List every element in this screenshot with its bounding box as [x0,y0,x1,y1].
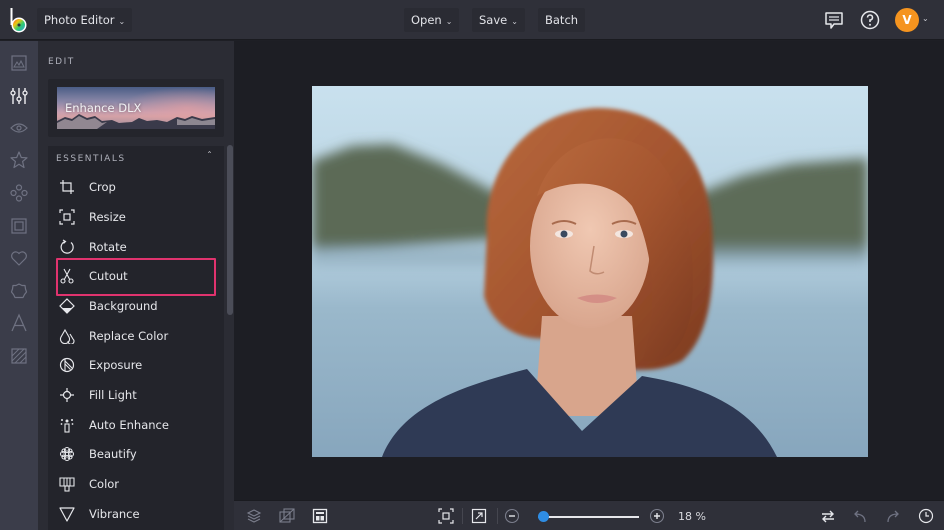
droplets-icon [59,328,75,344]
tool-label: Replace Color [89,329,169,343]
bottom-toolbar: 18 % [234,500,944,530]
history-icon[interactable] [918,508,934,524]
frame-icon[interactable] [9,216,29,236]
texture-icon[interactable] [9,346,29,366]
edit-panel: EDIT Enhance DLX ESSENTIALS ˆ Crop Resiz… [38,41,234,530]
tool-cutout[interactable]: Cutout [56,263,216,289]
resize-icon [59,209,75,225]
expand-icon[interactable] [471,508,487,524]
tool-crop[interactable]: Crop [56,174,216,200]
tool-label: Crop [89,180,116,194]
tool-label: Rotate [89,240,127,254]
image-icon[interactable] [9,53,29,73]
badge-icon[interactable] [9,281,29,301]
star-icon[interactable] [9,150,29,170]
compare-icon[interactable] [279,508,295,524]
eye-icon[interactable] [9,118,29,138]
zoom-slider-thumb[interactable] [537,511,549,522]
toolbar-divider [497,508,498,524]
batch-button[interactable]: Batch [538,8,586,32]
save-label: Save [479,13,508,27]
enhance-dlx-card[interactable]: Enhance DLX [48,79,224,137]
photo-canvas[interactable] [312,86,868,457]
layers-icon[interactable] [246,508,262,524]
tool-color[interactable]: Color [56,471,216,497]
tool-label: Vibrance [89,507,140,521]
zoom-slider-track[interactable] [538,516,639,518]
tool-label: Color [89,477,120,491]
chevron-down-icon[interactable]: ⌄ [922,14,929,23]
panel-scrollbar[interactable] [227,145,233,315]
avatar-initial: V [902,13,912,27]
open-label: Open [411,13,442,27]
tool-exposure[interactable]: Exposure [56,352,216,378]
canvas-area [234,41,944,500]
chevron-down-icon: ⌄ [445,16,453,26]
enhance-dlx-thumbnail: Enhance DLX [57,87,215,129]
tool-rotate[interactable]: Rotate [56,234,216,260]
enhance-dlx-label: Enhance DLX [65,101,142,115]
collapse-chevron-up-icon[interactable]: ˆ [207,151,212,162]
tool-label: Fill Light [89,388,137,402]
essentials-section: ESSENTIALS ˆ Crop Resize Rotate Cutout B… [48,146,224,530]
portrait-photo [312,86,868,457]
color-icon [59,477,75,492]
tool-label: Beautify [89,447,137,461]
app-menu-label: Photo Editor [44,13,115,27]
swap-icon[interactable] [820,508,836,524]
save-button[interactable]: Save ⌄ [472,8,525,32]
toolbar-divider [462,508,463,524]
scissors-icon [60,268,74,284]
chevron-down-icon: ⌄ [511,16,518,26]
tool-category-rail [0,41,38,530]
fit-screen-icon[interactable] [438,508,454,524]
zoom-percent-readout: 18 % [678,510,706,523]
comment-icon[interactable] [823,9,845,31]
top-bar: Photo Editor ⌄ Open ⌄ Save ⌄ Batch V ⌄ [0,0,944,40]
crop-icon [60,180,74,194]
tool-label: Cutout [89,269,128,283]
exposure-icon [59,357,75,373]
background-icon [59,298,75,314]
redo-icon[interactable] [885,508,901,524]
layout-icon[interactable] [312,508,328,524]
section-label-edit: EDIT [48,57,75,67]
vibrance-icon [59,507,75,522]
text-icon[interactable] [9,313,29,333]
zoom-out-icon[interactable] [504,508,520,524]
tool-fill-light[interactable]: Fill Light [56,382,216,408]
befunky-logo-icon[interactable] [9,7,29,34]
heart-icon[interactable] [9,248,29,268]
auto-enhance-icon [60,419,74,433]
tool-vibrance[interactable]: Vibrance [56,501,216,527]
chevron-down-icon: ⌄ [118,16,126,26]
tool-label: Auto Enhance [89,418,169,432]
undo-icon[interactable] [852,508,868,524]
zoom-in-icon[interactable] [649,508,665,524]
help-icon[interactable] [859,9,881,31]
tool-label: Resize [89,210,126,224]
app-menu-button[interactable]: Photo Editor ⌄ [37,8,133,32]
tool-auto-enhance[interactable]: Auto Enhance [56,412,216,438]
essentials-header: ESSENTIALS [56,154,126,164]
tool-label: Exposure [89,358,143,372]
tool-resize[interactable]: Resize [56,204,216,230]
sliders-icon[interactable] [9,86,29,106]
user-avatar[interactable]: V [895,8,919,32]
tool-label: Background [89,299,158,313]
beautify-icon [59,446,75,462]
rotate-icon [60,239,74,254]
tool-beautify[interactable]: Beautify [56,441,216,467]
fill-light-icon [60,388,74,402]
graphics-icon[interactable] [9,183,29,203]
tool-replace-color[interactable]: Replace Color [56,323,216,349]
open-button[interactable]: Open ⌄ [404,8,460,32]
batch-label: Batch [545,13,579,27]
tool-background[interactable]: Background [56,293,216,319]
